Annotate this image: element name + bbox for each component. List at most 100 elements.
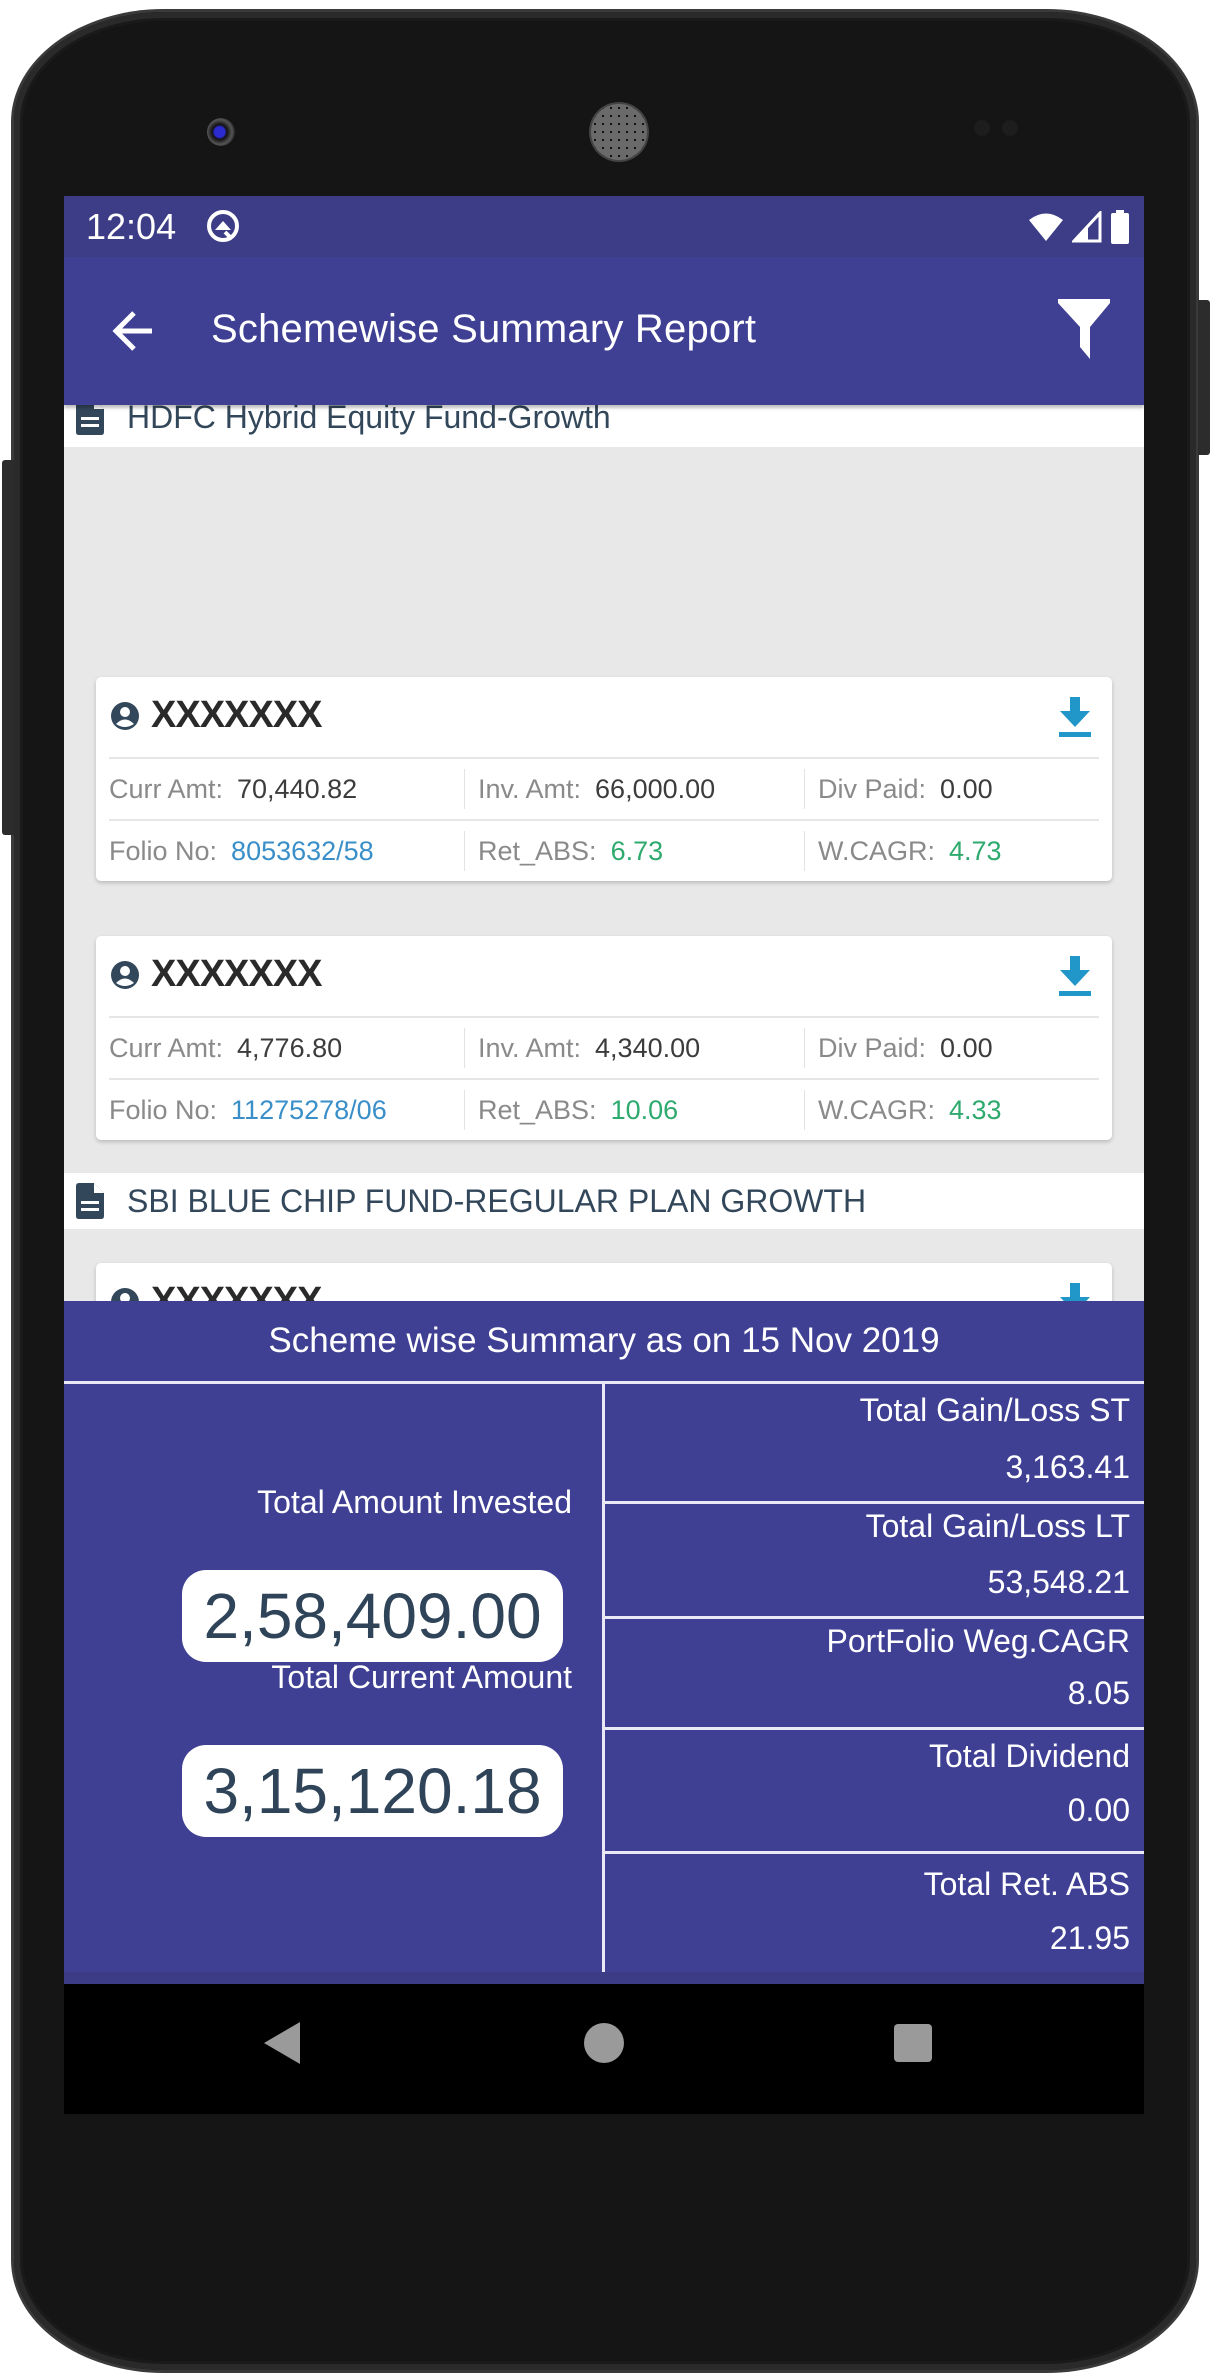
wcagr-value: 4.73 (949, 835, 1002, 866)
stat-value: 8.05 (1067, 1675, 1130, 1711)
summary-panel: Scheme wise Summary as on 15 Nov 2019 To… (64, 1301, 1144, 1984)
field-label: Ret_ABS: (478, 835, 597, 866)
field-label: Curr Amt: (109, 1032, 224, 1063)
field-label: Div Paid: (818, 773, 927, 804)
field-label: Inv. Amt: (478, 773, 582, 804)
inv-amt-cell: Inv. Amt: 66,000.00 (464, 769, 804, 809)
field-label: W.CAGR: (818, 1094, 936, 1125)
summary-bottom-edge (64, 1972, 1144, 1984)
device-screen: 12:04 Schemewise Summary Report HDFC Hyb… (64, 196, 1144, 2114)
card-header: XXXXXXX (96, 936, 1112, 1016)
field-label: Folio No: (109, 835, 218, 866)
ret-abs-value: 6.73 (610, 835, 664, 866)
back-arrow-icon[interactable] (108, 305, 160, 357)
download-icon[interactable] (1058, 954, 1092, 998)
stat-portfolio-cagr: PortFolio Weg.CAGR 8.05 (605, 1619, 1144, 1727)
cell-signal-icon (1072, 211, 1102, 243)
card-header: XXXXXXX (96, 677, 1112, 757)
stat-value: 0.00 (1067, 1792, 1130, 1828)
back-triangle-icon[interactable] (264, 2022, 300, 2064)
folio-cell: Folio No: 8053632/58 (109, 831, 464, 871)
ret-abs-value: 10.06 (610, 1094, 679, 1125)
investor-name: XXXXXXX (151, 953, 322, 995)
returns-row: Folio No: 11275278/06 Ret_ABS: 10.06 W.CAG… (109, 1078, 1099, 1140)
status-time: 12:04 (86, 206, 177, 247)
total-invested-label: Total Amount Invested (257, 1484, 572, 1520)
summary-stats: Total Gain/Loss ST 3,163.41 Total Gain/L… (605, 1384, 1144, 1976)
power-button (1198, 300, 1210, 455)
wcagr-cell: W.CAGR: 4.73 (804, 831, 1099, 871)
stat-value: 3,163.41 (1005, 1449, 1130, 1485)
download-icon[interactable] (1058, 695, 1092, 739)
field-label: Folio No: (109, 1094, 218, 1125)
holding-card: XXXXXXX Curr Amt: 70,440.82 Inv. Amt: 66,0… (96, 677, 1112, 881)
stat-value: 53,548.21 (987, 1564, 1130, 1600)
summary-totals: Total Amount Invested 2,58,409.00 Total … (64, 1384, 602, 1976)
recents-square-icon[interactable] (894, 2024, 932, 2062)
summary-title: Scheme wise Summary as on 15 Nov 2019 (268, 1321, 940, 1360)
scheme-name: SBI BLUE CHIP FUND-REGULAR PLAN GROWTH (127, 1183, 867, 1219)
amount-row: Curr Amt: 70,440.82 Inv. Amt: 66,000.00 Di… (109, 757, 1099, 819)
field-label: Inv. Amt: (478, 1032, 582, 1063)
q-notification-icon (207, 210, 239, 242)
ret-abs-cell: Ret_ABS: 6.73 (464, 831, 804, 871)
account-circle-icon (111, 961, 139, 989)
navigation-bar (64, 1984, 1144, 2114)
curr-amt-cell: Curr Amt: 4,776.80 (109, 1028, 464, 1068)
battery-icon (1111, 210, 1129, 244)
field-label: Div Paid: (818, 1032, 927, 1063)
returns-row: Folio No: 8053632/58 Ret_ABS: 6.73 W.CAGR:… (109, 819, 1099, 881)
wcagr-value: 4.33 (949, 1094, 1002, 1125)
light-sensor (1002, 120, 1018, 136)
ret-abs-cell: Ret_ABS: 10.06 (464, 1090, 804, 1130)
status-icons (1028, 210, 1130, 244)
total-current-label: Total Current Amount (271, 1659, 572, 1695)
stat-label: Total Gain/Loss ST (859, 1392, 1130, 1428)
stat-total-ret-abs: Total Ret. ABS 21.95 (605, 1854, 1144, 1976)
folio-cell: Folio No: 11275278/06 (109, 1090, 464, 1130)
page-title: Schemewise Summary Report (211, 307, 757, 351)
curr-amt-value: 70,440.82 (237, 773, 358, 804)
curr-amt-cell: Curr Amt: 70,440.82 (109, 769, 464, 809)
inv-amt-cell: Inv. Amt: 4,340.00 (464, 1028, 804, 1068)
scheme-list[interactable]: HDFC Hybrid Equity Fund-Growth XXXXXXX C… (64, 399, 1144, 1467)
account-circle-icon (111, 702, 139, 730)
field-label: Ret_ABS: (478, 1094, 597, 1125)
investor-name: XXXXXXX (151, 694, 322, 736)
field-label: Curr Amt: (109, 773, 224, 804)
inv-amt-value: 4,340.00 (595, 1032, 701, 1063)
inv-amt-value: 66,000.00 (595, 773, 716, 804)
stat-value: 21.95 (1049, 1920, 1130, 1956)
document-icon (76, 1183, 104, 1219)
earpiece-speaker (591, 104, 647, 160)
filter-icon[interactable] (1054, 297, 1114, 361)
amount-row: Curr Amt: 4,776.80 Inv. Amt: 4,340.00 Div … (109, 1016, 1099, 1078)
total-current-value: 3,15,120.18 (182, 1745, 563, 1837)
volume-button (2, 460, 14, 835)
div-paid-cell: Div Paid: 0.00 (804, 1028, 1099, 1068)
stat-total-dividend: Total Dividend 0.00 (605, 1730, 1144, 1851)
wcagr-cell: W.CAGR: 4.33 (804, 1090, 1099, 1130)
stat-label: Total Gain/Loss LT (865, 1508, 1130, 1544)
div-paid-cell: Div Paid: 0.00 (804, 769, 1099, 809)
holding-card: XXXXXXX Curr Amt: 4,776.80 Inv. Amt: 4,340… (96, 936, 1112, 1140)
wifi-icon (1029, 213, 1063, 241)
total-invested-value: 2,58,409.00 (182, 1570, 563, 1662)
stat-label: Total Ret. ABS (923, 1866, 1130, 1902)
app-bar: Schemewise Summary Report (64, 257, 1144, 405)
field-label: W.CAGR: (818, 835, 936, 866)
folio-link[interactable]: 8053632/58 (231, 836, 374, 867)
front-camera (207, 118, 235, 146)
curr-amt-value: 4,776.80 (237, 1032, 343, 1063)
div-paid-value: 0.00 (940, 773, 993, 804)
status-bar: 12:04 (64, 196, 1144, 257)
home-circle-icon[interactable] (584, 2023, 624, 2063)
stat-gain-loss-lt: Total Gain/Loss LT 53,548.21 (605, 1504, 1144, 1616)
folio-link[interactable]: 11275278/06 (231, 1095, 387, 1126)
div-paid-value: 0.00 (940, 1032, 993, 1063)
stat-label: Total Dividend (929, 1738, 1130, 1774)
stat-gain-loss-st: Total Gain/Loss ST 3,163.41 (605, 1384, 1144, 1501)
proximity-sensor (974, 120, 990, 136)
scheme-header: HDFC Hybrid Equity Fund-Growth (64, 399, 1144, 447)
stat-label: PortFolio Weg.CAGR (826, 1623, 1131, 1659)
